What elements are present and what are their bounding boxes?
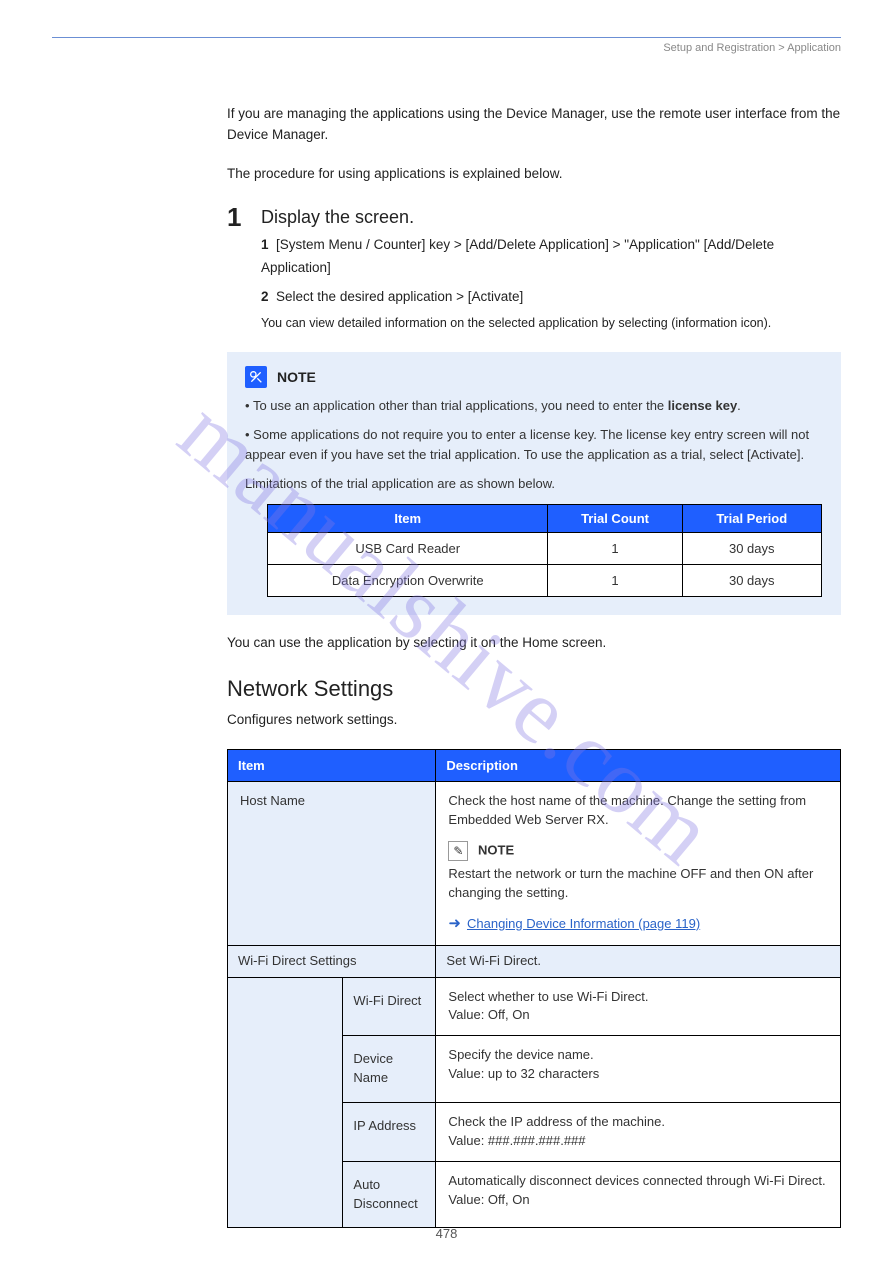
note-label: NOTE — [277, 369, 316, 385]
wifi-sub-item: IP Address — [343, 1103, 436, 1162]
limits-table: Item Trial Count Trial Period USB Card R… — [267, 504, 822, 597]
settings-item-wifi: Wi-Fi Direct Settings — [228, 945, 436, 977]
substep-num-2: 2 — [261, 289, 269, 304]
table-row: Data Encryption Overwrite 1 30 days — [268, 564, 822, 596]
cell: Data Encryption Overwrite — [268, 564, 548, 596]
wifi-sub-desc: Check the IP address of the machine. Val… — [436, 1103, 841, 1162]
settings-desc-wifi: Set Wi-Fi Direct. — [436, 945, 841, 977]
wifi-sub-desc: Automatically disconnect devices connect… — [436, 1161, 841, 1228]
page-header: Setup and Registration > Application — [52, 42, 841, 54]
cell: 30 days — [682, 532, 821, 564]
wifi-sub-item: Device Name — [343, 1036, 436, 1103]
page-number: 478 — [0, 1226, 893, 1241]
substep-text-2: Select the desired application > [Activa… — [276, 289, 523, 304]
cell: USB Card Reader — [268, 532, 548, 564]
post-note-text: You can use the application by selecting… — [227, 633, 841, 654]
note-inline-icon: ✎ — [448, 841, 468, 861]
wifi-sub-item: Wi-Fi Direct — [343, 977, 436, 1036]
settings-item-hostname: Host Name — [228, 781, 436, 945]
wifi-group-col — [228, 977, 343, 1228]
table-row: Wi-Fi Direct Settings Set Wi-Fi Direct. — [228, 945, 841, 977]
reference-link[interactable]: Changing Device Information (page 119) — [467, 915, 700, 934]
limits-th-2: Trial Count — [548, 504, 682, 532]
note-limits-intro: Limitations of the trial application are… — [245, 474, 823, 494]
step-number: 1 — [227, 203, 261, 334]
cell: 1 — [548, 564, 682, 596]
cell: 1 — [548, 532, 682, 564]
settings-table: Item Description Host Name Check the hos… — [227, 749, 841, 1229]
cell: 30 days — [682, 564, 821, 596]
note-box: NOTE • To use an application other than … — [227, 352, 841, 615]
note-bullet-2: • Some applications do not require you t… — [245, 425, 823, 464]
header-rule — [52, 37, 841, 38]
settings-th-desc: Description — [436, 749, 841, 781]
wifi-sub-desc: Select whether to use Wi-Fi Direct. Valu… — [436, 977, 841, 1036]
intro-text-1: If you are managing the applications usi… — [227, 104, 841, 146]
reference-link-row: ➜ Changing Device Information (page 119) — [448, 913, 828, 935]
settings-th-item: Item — [228, 749, 436, 781]
limits-th-3: Trial Period — [682, 504, 821, 532]
inline-note-text: Restart the network or turn the machine … — [448, 865, 828, 903]
table-row: Wi-Fi Direct Select whether to use Wi-Fi… — [228, 977, 841, 1036]
substep-num-1: 1 — [261, 237, 269, 252]
inline-note-label: NOTE — [478, 843, 514, 858]
section-title-network: Network Settings — [227, 676, 841, 702]
substep-text-1: [System Menu / Counter] key > [Add/Delet… — [261, 237, 774, 275]
limits-th-1: Item — [268, 504, 548, 532]
settings-desc-hostname: Check the host name of the machine. Chan… — [436, 781, 841, 945]
step-detail-note: You can view detailed information on the… — [261, 313, 841, 334]
wifi-sub-desc: Specify the device name. Value: up to 32… — [436, 1036, 841, 1103]
table-row: Host Name Check the host name of the mac… — [228, 781, 841, 945]
note-bullet-1: • To use an application other than trial… — [245, 396, 823, 416]
table-row: USB Card Reader 1 30 days — [268, 532, 822, 564]
note-icon — [245, 366, 267, 388]
arrow-icon: ➜ — [448, 913, 461, 935]
section-intro-network: Configures network settings. — [227, 710, 841, 731]
intro-text-2: The procedure for using applications is … — [227, 164, 841, 185]
step-line-2: 2 Select the desired application > [Acti… — [261, 286, 841, 309]
step-title: Display the screen. — [261, 207, 841, 228]
wifi-sub-item: Auto Disconnect — [343, 1161, 436, 1228]
step-line-1: 1 [System Menu / Counter] key > [Add/Del… — [261, 234, 841, 280]
step-block: 1 Display the screen. 1 [System Menu / C… — [227, 203, 841, 334]
